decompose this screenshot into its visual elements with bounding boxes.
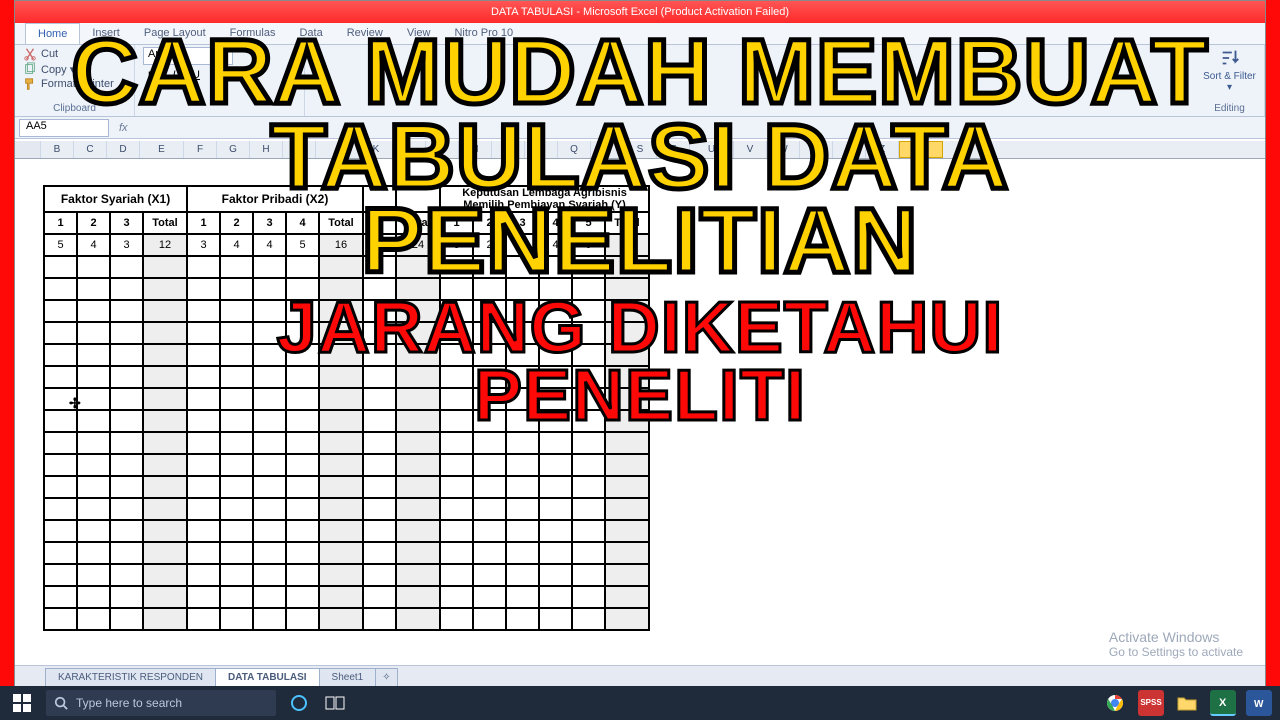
col-header[interactable]: J bbox=[316, 141, 360, 158]
format-painter-button[interactable]: Format Painter bbox=[23, 77, 126, 91]
brush-icon bbox=[23, 77, 37, 91]
col-header[interactable]: S bbox=[624, 141, 657, 158]
sheet-tab-strip: KARAKTERISTIK RESPONDEN DATA TABULASI Sh… bbox=[15, 665, 1265, 687]
taskbar-app-excel[interactable]: X bbox=[1210, 690, 1236, 716]
tab-home[interactable]: Home bbox=[25, 23, 80, 44]
col-header[interactable]: C bbox=[74, 141, 107, 158]
task-view-icon[interactable] bbox=[322, 690, 348, 716]
activate-windows-watermark: Activate Windows Go to Settings to activ… bbox=[1109, 629, 1243, 659]
col-header-selected[interactable]: AA bbox=[899, 141, 943, 158]
col-header[interactable]: G bbox=[217, 141, 250, 158]
col-header[interactable]: I bbox=[283, 141, 316, 158]
sheet-tab[interactable]: KARAKTERISTIK RESPONDEN bbox=[45, 668, 216, 686]
windows-icon bbox=[13, 694, 31, 712]
col-header[interactable]: L bbox=[393, 141, 426, 158]
name-box[interactable]: AA5 bbox=[19, 119, 109, 137]
font-name-combo[interactable]: Arial bbox=[143, 47, 233, 65]
tab-review[interactable]: Review bbox=[335, 23, 395, 44]
sheet-tab[interactable]: Sheet1 bbox=[319, 668, 377, 686]
fx-label[interactable]: fx bbox=[119, 122, 128, 134]
start-button[interactable] bbox=[8, 689, 36, 717]
group-font: Arial B I U bbox=[135, 45, 305, 116]
cortana-icon[interactable] bbox=[286, 690, 312, 716]
col-header[interactable]: O bbox=[492, 141, 525, 158]
sort-filter-icon[interactable] bbox=[1219, 47, 1241, 69]
col-header[interactable]: Z bbox=[866, 141, 899, 158]
underline-button[interactable]: U bbox=[187, 67, 205, 85]
group-header-x2: Faktor Pribadi (X2) bbox=[187, 186, 363, 212]
tab-insert[interactable]: Insert bbox=[80, 23, 132, 44]
excel-window: DATA TABULASI - Microsoft Excel (Product… bbox=[14, 0, 1266, 710]
col-header[interactable]: E bbox=[140, 141, 184, 158]
taskbar-search[interactable]: Type here to search bbox=[46, 690, 276, 716]
sort-filter-button[interactable]: Sort & Filter ▾ bbox=[1203, 71, 1256, 93]
col-header[interactable]: V bbox=[734, 141, 767, 158]
column-headers: B C D E F G H I J K L M N O P Q R S T U … bbox=[15, 141, 1265, 159]
col-header[interactable]: U bbox=[690, 141, 734, 158]
copy-icon bbox=[23, 62, 37, 76]
taskbar-app-word[interactable]: W bbox=[1246, 690, 1272, 716]
tab-formulas[interactable]: Formulas bbox=[218, 23, 288, 44]
col-header[interactable]: F bbox=[184, 141, 217, 158]
col-header[interactable]: B bbox=[41, 141, 74, 158]
group-label-editing: Editing bbox=[1203, 103, 1256, 114]
taskbar-app-spss[interactable]: SPSS bbox=[1138, 690, 1164, 716]
new-sheet-button[interactable]: ✧ bbox=[375, 668, 397, 686]
ribbon-body: Cut Copy ▾ Format Painter Clipboard Aria… bbox=[15, 45, 1265, 117]
svg-text:X: X bbox=[1219, 697, 1227, 709]
select-all-corner[interactable] bbox=[15, 141, 41, 158]
group-label-clipboard: Clipboard bbox=[23, 103, 126, 114]
col-header[interactable]: D bbox=[107, 141, 140, 158]
col-header[interactable]: Y bbox=[833, 141, 866, 158]
taskbar-app-chrome[interactable] bbox=[1102, 690, 1128, 716]
tab-nitro[interactable]: Nitro Pro 10 bbox=[442, 23, 525, 44]
windows-taskbar: Type here to search SPSS X W bbox=[0, 686, 1280, 720]
italic-button[interactable]: I bbox=[165, 67, 183, 85]
group-clipboard: Cut Copy ▾ Format Painter Clipboard bbox=[15, 45, 135, 116]
col-header[interactable]: K bbox=[360, 141, 393, 158]
group-header-x1: Faktor Syariah (X1) bbox=[44, 186, 187, 212]
col-header[interactable]: N bbox=[459, 141, 492, 158]
cell-cursor-icon: ✢ bbox=[69, 395, 81, 412]
tab-page-layout[interactable]: Page Layout bbox=[132, 23, 218, 44]
scissors-icon bbox=[23, 47, 37, 61]
col-header[interactable]: M bbox=[426, 141, 459, 158]
search-icon bbox=[54, 696, 68, 710]
group-header-y: Keputusan Lembaga Agribisnis Memilih Pem… bbox=[440, 186, 649, 212]
ribbon-tab-strip: Home Insert Page Layout Formulas Data Re… bbox=[15, 23, 1265, 45]
formula-bar: AA5 fx bbox=[15, 117, 1265, 139]
svg-text:W: W bbox=[1254, 699, 1264, 710]
tabulasi-table: Faktor Syariah (X1) Faktor Pribadi (X2) … bbox=[43, 185, 1261, 631]
col-header[interactable]: H bbox=[250, 141, 283, 158]
tab-data[interactable]: Data bbox=[287, 23, 334, 44]
taskbar-app-folder[interactable] bbox=[1174, 690, 1200, 716]
col-header[interactable]: P bbox=[525, 141, 558, 158]
col-header[interactable]: W bbox=[767, 141, 800, 158]
worksheet-area[interactable]: B C D E F G H I J K L M N O P Q R S T U … bbox=[15, 141, 1265, 665]
data-row[interactable]: 5 4 3 12 3 4 4 5 16 24 3 2 4 4 5 18 bbox=[44, 234, 649, 256]
copy-button[interactable]: Copy ▾ bbox=[23, 62, 126, 76]
col-header[interactable]: R bbox=[591, 141, 624, 158]
col-header[interactable]: T bbox=[657, 141, 690, 158]
col-header[interactable]: Q bbox=[558, 141, 591, 158]
tab-view[interactable]: View bbox=[395, 23, 443, 44]
bold-button[interactable]: B bbox=[143, 67, 161, 85]
sheet-tab-active[interactable]: DATA TABULASI bbox=[215, 668, 320, 686]
window-title: DATA TABULASI - Microsoft Excel (Product… bbox=[15, 1, 1265, 23]
cut-button[interactable]: Cut bbox=[23, 47, 126, 61]
col-header[interactable]: X bbox=[800, 141, 833, 158]
group-editing: Sort & Filter ▾ Editing bbox=[1195, 45, 1265, 116]
